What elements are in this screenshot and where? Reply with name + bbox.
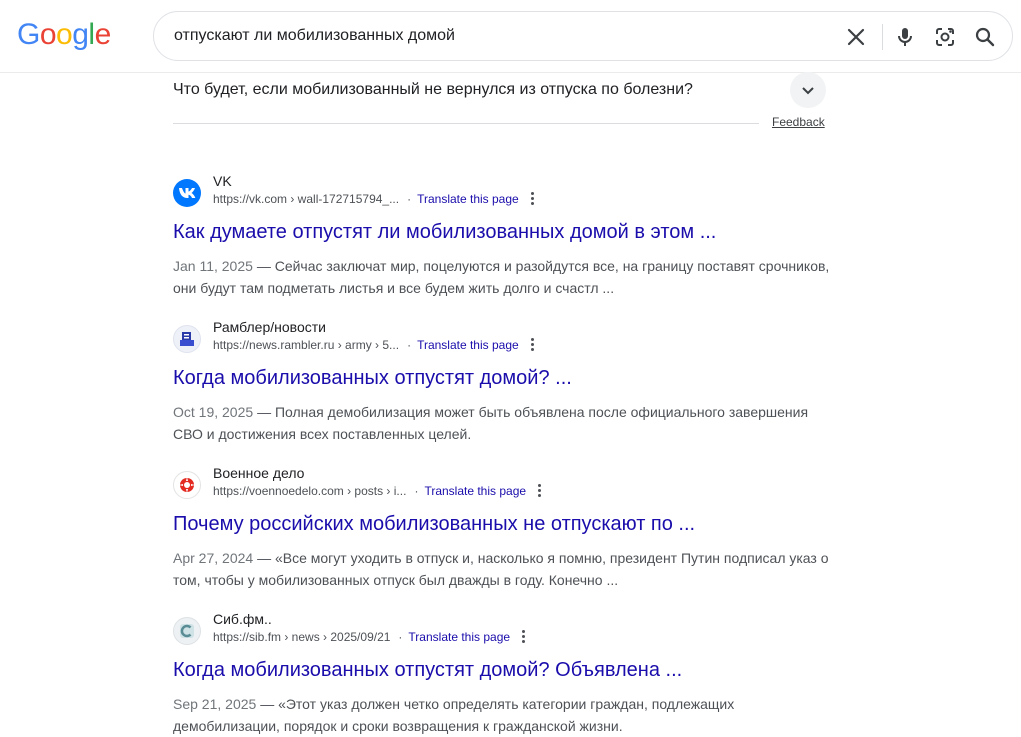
search-icon[interactable] — [973, 25, 997, 49]
result-title-link[interactable]: Когда мобилизованных отпустят домой? Объ… — [173, 657, 682, 683]
result-url[interactable]: https://voennoedelo.com › posts › i... — [213, 484, 406, 498]
vk-favicon-icon — [173, 179, 201, 207]
more-options-icon[interactable] — [522, 630, 526, 644]
more-options-icon[interactable] — [530, 338, 535, 352]
result-title-link[interactable]: Как думаете отпустят ли мобилизованных д… — [173, 219, 716, 245]
result-url-row: https://vk.com › wall-172715794_... · Tr… — [213, 192, 535, 206]
related-question[interactable]: Что будет, если мобилизованный не вернул… — [173, 81, 693, 99]
dash: — — [257, 404, 272, 420]
result-date: Apr 27, 2024 — [173, 550, 254, 566]
more-options-icon[interactable] — [538, 484, 542, 498]
divider — [173, 123, 759, 124]
feedback-link[interactable]: Feedback — [772, 115, 825, 129]
translate-link[interactable]: Translate this page — [424, 484, 526, 498]
result-url[interactable]: https://vk.com › wall-172715794_... — [213, 192, 399, 206]
related-question-row[interactable]: Что будет, если мобилизованный не вернул… — [173, 72, 826, 122]
result-snippet: Jan 11, 2025 — Сейчас заключат мир, поце… — [173, 255, 833, 299]
site-name[interactable]: Рамблер/новости — [213, 319, 326, 335]
site-name[interactable]: Военное дело — [213, 465, 304, 481]
separator-dot: · — [407, 338, 412, 352]
voennoedelo-favicon-icon — [173, 471, 201, 499]
result-snippet: Sep 21, 2025 — «Этот указ должен четко о… — [173, 693, 833, 737]
dash: — — [257, 550, 272, 566]
result-url[interactable]: https://sib.fm › news › 2025/09/21 — [213, 630, 390, 644]
dash: — — [260, 696, 275, 712]
result-url-row: https://sib.fm › news › 2025/09/21 · Tra… — [213, 630, 526, 644]
lens-icon[interactable] — [933, 25, 957, 49]
result-date: Jan 11, 2025 — [173, 258, 253, 274]
result-title-link[interactable]: Почему российских мобилизованных не отпу… — [173, 511, 695, 537]
search-box[interactable]: отпускают ли мобилизованных домой — [153, 11, 1013, 61]
result-snippet: Apr 27, 2024 — «Все могут уходить в отпу… — [173, 547, 833, 591]
translate-link[interactable]: Translate this page — [417, 192, 519, 206]
result-date: Oct 19, 2025 — [173, 404, 254, 420]
snippet-text: «Все могут уходить в отпуск и, насколько… — [173, 550, 829, 588]
snippet-text: Сейчас заключат мир, поцелуются и разойд… — [173, 258, 830, 296]
expand-button[interactable] — [790, 72, 826, 108]
site-name[interactable]: VK — [213, 173, 232, 189]
more-options-icon[interactable] — [530, 192, 535, 206]
microphone-icon[interactable] — [893, 25, 917, 49]
sibfm-favicon-icon — [173, 617, 201, 645]
result-url-row: https://news.rambler.ru › army › 5... · … — [213, 338, 535, 352]
separator-dot: · — [414, 484, 419, 498]
close-icon[interactable] — [844, 25, 868, 49]
rambler-favicon-icon — [173, 325, 201, 353]
chevron-down-icon — [802, 87, 814, 95]
translate-link[interactable]: Translate this page — [408, 630, 510, 644]
result-title-link[interactable]: Когда мобилизованных отпустят домой? ... — [173, 365, 572, 391]
dash: — — [256, 258, 271, 274]
snippet-text: «Этот указ должен четко определять катег… — [173, 696, 735, 734]
separator-dot: · — [398, 630, 403, 644]
result-date: Sep 21, 2025 — [173, 696, 257, 712]
result-url[interactable]: https://news.rambler.ru › army › 5... — [213, 338, 399, 352]
google-logo[interactable]: Google — [17, 18, 111, 52]
header: Google отпускают ли мобилизованных домой — [0, 0, 1021, 73]
site-name[interactable]: Сиб.фм.. — [213, 611, 272, 627]
result-snippet: Oct 19, 2025 — Полная демобилизация може… — [173, 401, 833, 445]
translate-link[interactable]: Translate this page — [417, 338, 519, 352]
separator-dot: · — [407, 192, 412, 206]
result-url-row: https://voennoedelo.com › posts › i... ·… — [213, 484, 542, 498]
search-input[interactable]: отпускают ли мобилизованных домой — [174, 27, 455, 45]
search-divider — [882, 24, 883, 50]
